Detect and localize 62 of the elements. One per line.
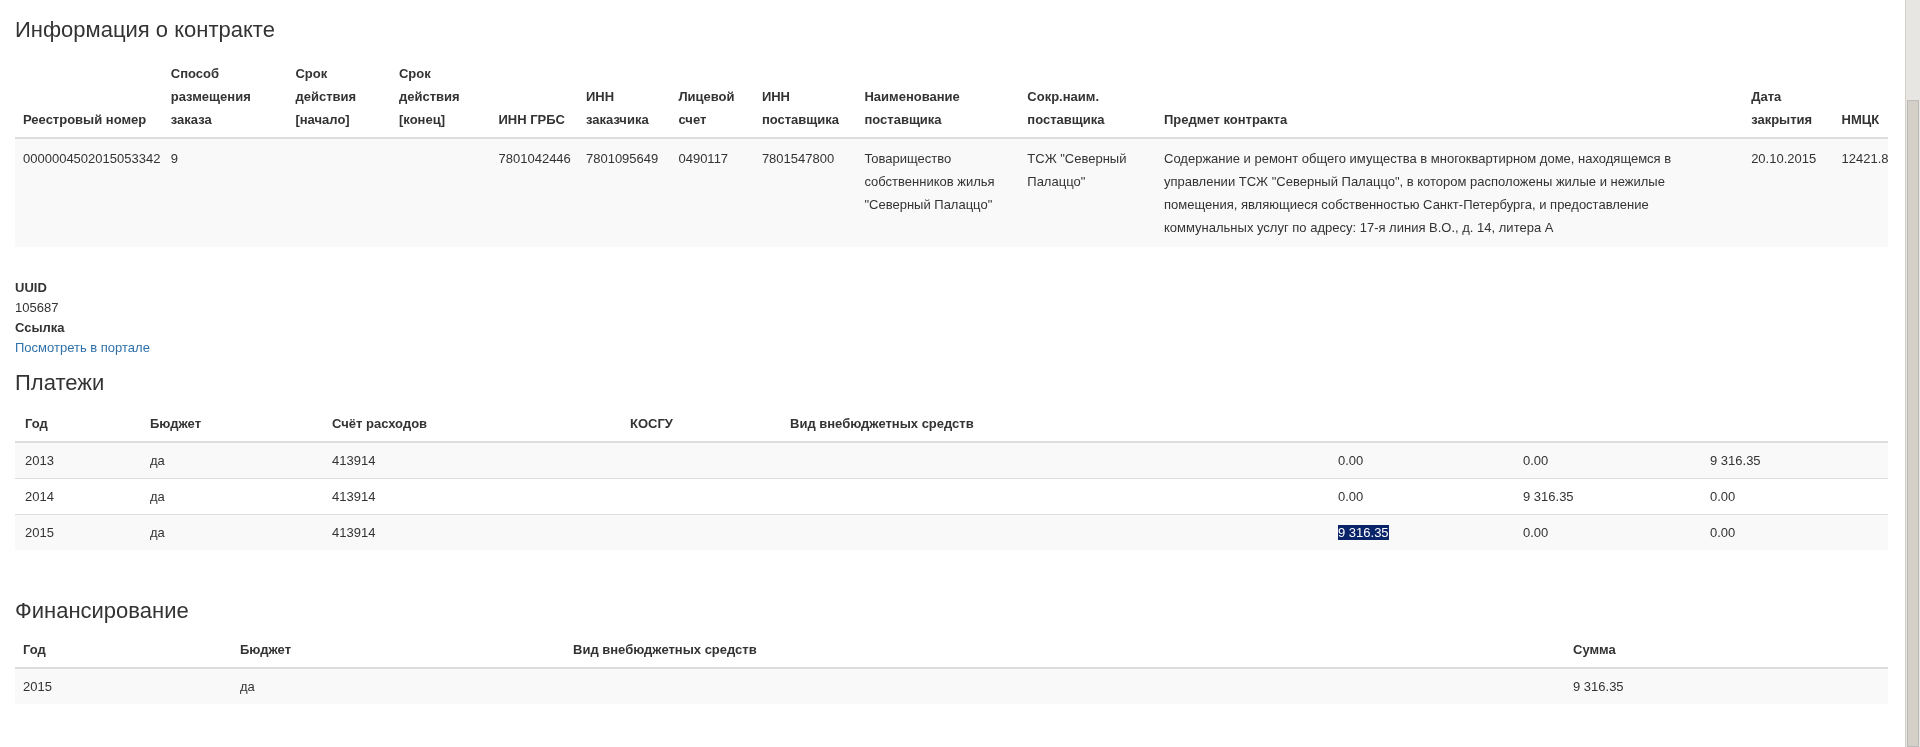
table-cell: 7801042446 [498, 151, 571, 166]
table-cell: 2015 [25, 525, 54, 540]
table-cell: 413914 [332, 489, 376, 504]
table-cell: 2013 [25, 453, 54, 468]
column-header: Реестровый номер [23, 112, 147, 127]
section-title: Информация о контракте [15, 16, 276, 43]
table-cell: Товарищество собственников жилья "Северный Палаццо" [864, 151, 995, 212]
column-header: Сумма [1573, 642, 1616, 657]
column-header: Год [25, 416, 48, 431]
column-header: Сокр.наим. поставщика [1027, 89, 1105, 127]
column-header: Бюджет [150, 416, 201, 431]
section-title: Финансирование [15, 598, 190, 624]
column-header: Срок действия [конец] [399, 66, 460, 127]
table-cell: 0.00 [1523, 453, 1549, 468]
table-cell: 7801095649 [585, 151, 659, 166]
table-cell: 12421.8 [1841, 151, 1889, 166]
column-header: НМЦК [1841, 112, 1880, 127]
column-header: Вид внебюджетных средств [573, 642, 757, 657]
field-label: UUID [15, 279, 48, 297]
table-cell: 0.00 [1338, 489, 1364, 504]
column-header: Лицевой счет [678, 89, 735, 127]
field-value: 105687 [15, 299, 60, 317]
table-cell: 9 316.35 [1523, 489, 1574, 504]
table-cell: Содержание и ремонт общего имущества в многоквартирном доме, находящемся в управлении ТСЖ "Северный Палаццо", в котором расположены жилые и нежилые помещения, являющиеся собственностью Санкт-Петербурга, и предоставление коммунальных услуг по адресу: 17-я линия В.О., д. 14, литера А [1164, 151, 1672, 235]
field-label: Ссылка [15, 319, 66, 337]
column-header: Способ размещения заказа [170, 66, 251, 127]
table-cell: 413914 [332, 453, 376, 468]
column-header: Наименование поставщика [864, 89, 960, 127]
table-cell: 9 316.35 [1338, 525, 1389, 540]
table-cell: да [150, 453, 165, 468]
table-cell: 20.10.2015 [1751, 151, 1817, 166]
section-title: Платежи [15, 370, 106, 396]
scrollbar[interactable] [1905, 0, 1920, 747]
table-cell: ТСЖ "Северный Палаццо" [1027, 151, 1127, 189]
table-cell: 9 316.35 [1710, 453, 1761, 468]
table-cell: 7801547800 [761, 151, 835, 166]
column-header: Год [23, 642, 46, 657]
table-cell: 2015 [23, 679, 52, 694]
table-cell: 0.00 [1338, 453, 1364, 468]
table-cell: 0.00 [1710, 525, 1736, 540]
table-cell: 0000004502015053342 [23, 151, 161, 166]
column-header: ИНН заказчика [585, 89, 649, 127]
column-header: Срок действия [начало] [295, 66, 357, 127]
table-cell: 9 [170, 151, 178, 166]
column-header: Дата закрытия [1751, 89, 1813, 127]
table-cell: 0490117 [678, 151, 729, 166]
column-header: Бюджет [240, 642, 291, 657]
column-header: ИНН поставщика [761, 89, 840, 127]
table-cell: да [150, 489, 165, 504]
column-header: ИНН ГРБС [498, 112, 565, 127]
table-cell: 0.00 [1523, 525, 1549, 540]
table-cell: 0.00 [1710, 489, 1736, 504]
column-header: Вид внебюджетных средств [790, 416, 974, 431]
table-cell: 2014 [25, 489, 54, 504]
column-header: Счёт расходов [332, 416, 428, 431]
portal-link[interactable]: Посмотреть в портале [15, 338, 150, 358]
column-header: КОСГУ [630, 416, 673, 431]
table-cell: да [150, 525, 165, 540]
table-cell: да [240, 679, 255, 694]
column-header: Предмет контракта [1164, 112, 1288, 127]
table-cell: 413914 [332, 525, 376, 540]
table-cell: 9 316.35 [1573, 679, 1624, 694]
